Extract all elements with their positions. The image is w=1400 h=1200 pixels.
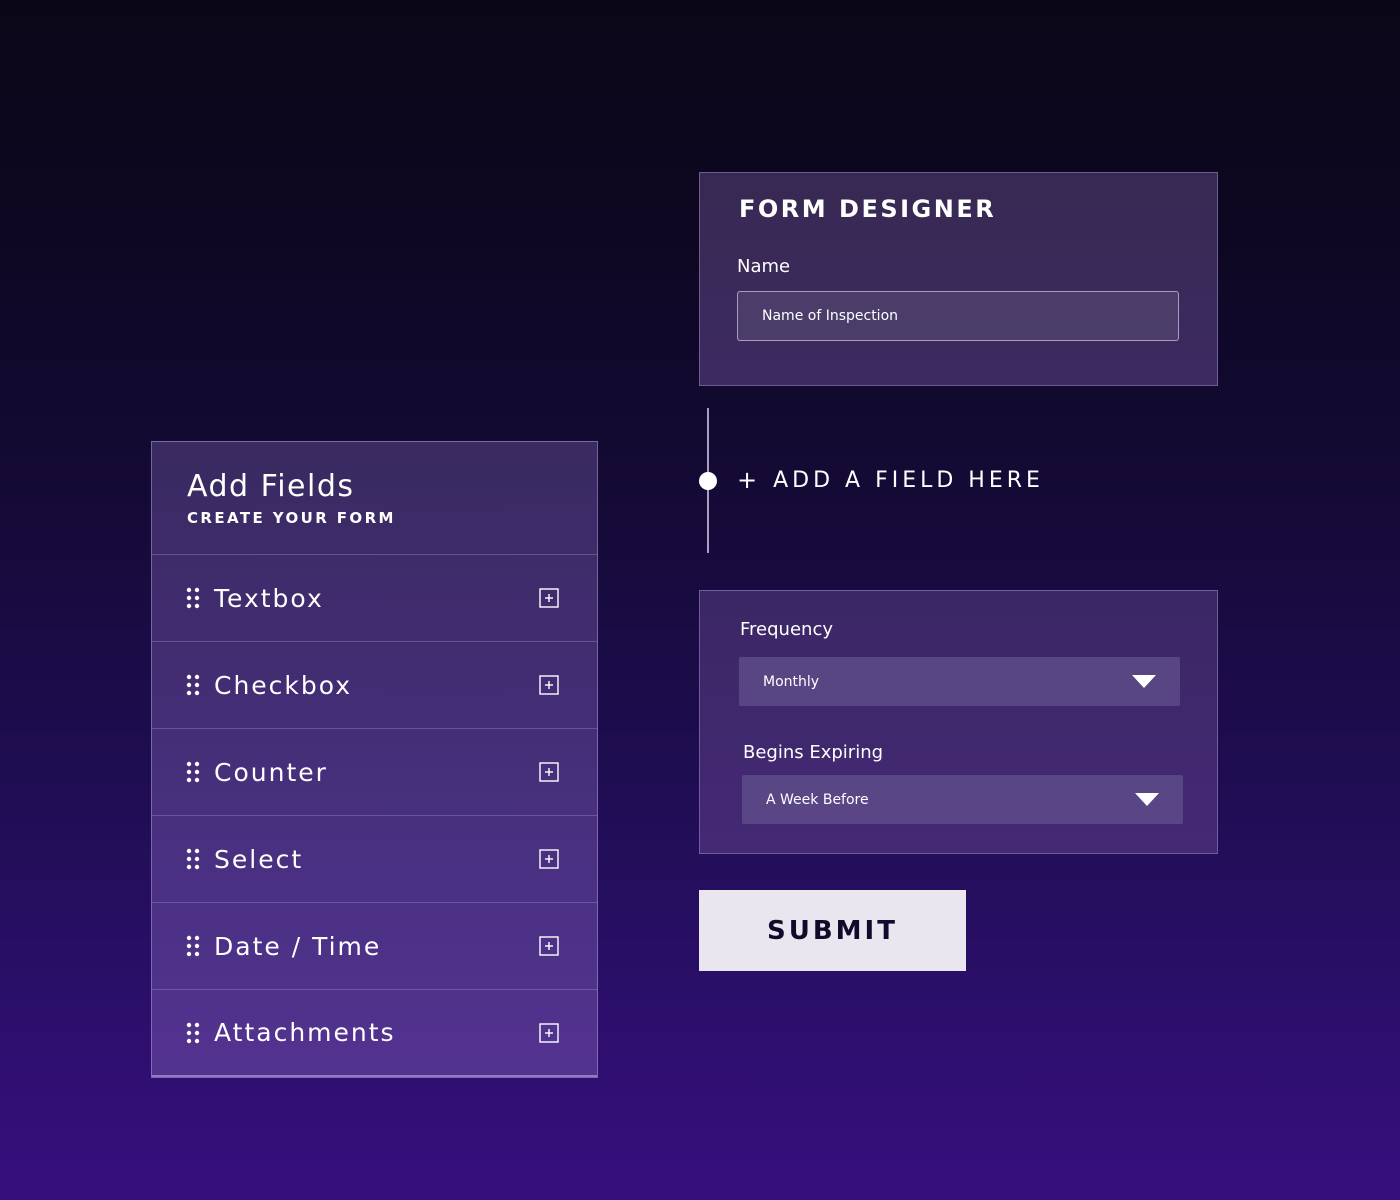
add-field-here-button[interactable]: + ADD A FIELD HERE (737, 466, 1044, 494)
field-item-textbox[interactable]: Textbox (152, 555, 597, 642)
drag-handle-icon[interactable] (186, 848, 200, 870)
drag-handle-icon[interactable] (186, 1022, 200, 1044)
form-designer-title: FORM DESIGNER (739, 195, 997, 223)
add-fields-panel: Add Fields CREATE YOUR FORM Textbox Chec… (151, 441, 598, 1078)
begins-expiring-label: Begins Expiring (743, 742, 884, 763)
connector-dot (699, 472, 717, 490)
drag-handle-icon[interactable] (186, 587, 200, 609)
field-item-attachments[interactable]: Attachments (152, 990, 597, 1077)
field-item-label: Date / Time (214, 931, 382, 961)
drag-handle-icon[interactable] (186, 761, 200, 783)
submit-button[interactable]: SUBMIT (699, 890, 966, 971)
begins-expiring-select[interactable]: A Week Before (742, 775, 1183, 824)
field-item-date-time[interactable]: Date / Time (152, 903, 597, 990)
chevron-down-icon (1135, 793, 1159, 806)
drag-handle-icon[interactable] (186, 674, 200, 696)
form-designer-card: FORM DESIGNER Name (699, 172, 1218, 386)
field-item-select[interactable]: Select (152, 816, 597, 903)
plus-square-icon[interactable] (539, 762, 559, 782)
name-field-label: Name (737, 256, 791, 277)
schedule-card: Frequency Monthly Begins Expiring A Week… (699, 590, 1218, 854)
drag-handle-icon[interactable] (186, 935, 200, 957)
frequency-select-value: Monthly (763, 673, 820, 690)
field-item-checkbox[interactable]: Checkbox (152, 642, 597, 729)
plus-square-icon[interactable] (539, 849, 559, 869)
plus-icon: + (737, 466, 762, 494)
add-fields-header: Add Fields CREATE YOUR FORM (152, 442, 597, 555)
add-fields-subtitle: CREATE YOUR FORM (187, 509, 396, 527)
add-fields-title: Add Fields (187, 469, 355, 504)
plus-square-icon[interactable] (539, 1022, 559, 1043)
begins-expiring-select-value: A Week Before (766, 791, 869, 808)
field-item-label: Counter (214, 757, 328, 787)
plus-square-icon[interactable] (539, 675, 559, 695)
name-input[interactable] (737, 291, 1179, 341)
field-item-label: Attachments (214, 1018, 396, 1047)
add-field-here-label: ADD A FIELD HERE (773, 467, 1044, 493)
plus-square-icon[interactable] (539, 588, 559, 608)
field-item-label: Textbox (214, 583, 324, 613)
field-item-label: Select (214, 844, 304, 874)
frequency-label: Frequency (740, 619, 833, 640)
plus-square-icon[interactable] (539, 936, 559, 956)
field-item-label: Checkbox (214, 670, 353, 700)
field-item-counter[interactable]: Counter (152, 729, 597, 816)
chevron-down-icon (1132, 675, 1156, 688)
frequency-select[interactable]: Monthly (739, 657, 1180, 706)
